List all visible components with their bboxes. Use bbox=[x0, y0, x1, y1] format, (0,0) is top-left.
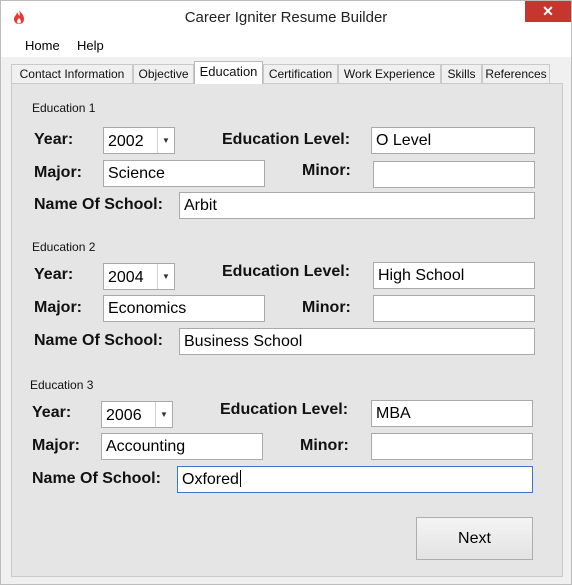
menu-home[interactable]: Home bbox=[25, 38, 60, 53]
window-title: Career Igniter Resume Builder bbox=[184, 9, 388, 26]
tab-strip: Contact Information Objective Education … bbox=[11, 61, 563, 84]
education-3-school-field[interactable]: Oxfored bbox=[177, 466, 533, 493]
education-3-year-value: 2006 bbox=[106, 407, 142, 424]
year-label: Year: bbox=[34, 131, 74, 148]
education-3-minor-field[interactable] bbox=[371, 433, 533, 460]
school-label: Name Of School: bbox=[32, 470, 161, 487]
education-1-heading: Education 1 bbox=[32, 101, 96, 115]
education-level-label: Education Level: bbox=[220, 401, 349, 418]
education-2-level-field[interactable]: High School bbox=[373, 262, 535, 289]
school-label: Name Of School: bbox=[34, 332, 163, 349]
tab-work-experience[interactable]: Work Experience bbox=[338, 64, 441, 83]
minor-label: Minor: bbox=[302, 299, 351, 316]
education-2-major-field[interactable]: Economics bbox=[103, 295, 265, 322]
next-button[interactable]: Next bbox=[416, 517, 533, 560]
title-bar: Career Igniter Resume Builder ✕ bbox=[1, 1, 571, 33]
minor-label: Minor: bbox=[300, 437, 349, 454]
tab-skills[interactable]: Skills bbox=[441, 64, 482, 83]
tab-references[interactable]: References bbox=[482, 64, 550, 83]
education-1-level-field[interactable]: O Level bbox=[371, 127, 535, 154]
education-3-level-field[interactable]: MBA bbox=[371, 400, 533, 427]
education-1-year-value: 2002 bbox=[108, 133, 144, 150]
education-2-year-select[interactable]: 2004 ▼ bbox=[103, 263, 175, 290]
education-2-year-value: 2004 bbox=[108, 269, 144, 286]
education-2-heading: Education 2 bbox=[32, 240, 96, 254]
education-3-school-value: Oxfored bbox=[182, 471, 239, 488]
education-2-school-field[interactable]: Business School bbox=[179, 328, 535, 355]
education-2-minor-field[interactable] bbox=[373, 295, 535, 322]
education-3-heading: Education 3 bbox=[30, 378, 94, 392]
education-1-school-field[interactable]: Arbit bbox=[179, 192, 535, 219]
chevron-down-icon[interactable]: ▼ bbox=[155, 402, 172, 427]
chevron-down-icon[interactable]: ▼ bbox=[157, 128, 174, 153]
education-level-label: Education Level: bbox=[222, 131, 351, 148]
tab-objective[interactable]: Objective bbox=[133, 64, 194, 83]
year-label: Year: bbox=[34, 266, 74, 283]
major-label: Major: bbox=[32, 437, 80, 454]
menu-help[interactable]: Help bbox=[77, 38, 104, 53]
education-3-year-select[interactable]: 2006 ▼ bbox=[101, 401, 173, 428]
major-label: Major: bbox=[34, 299, 82, 316]
text-cursor bbox=[239, 470, 241, 487]
education-3-major-field[interactable]: Accounting bbox=[101, 433, 263, 460]
tab-certification[interactable]: Certification bbox=[263, 64, 338, 83]
major-label: Major: bbox=[34, 164, 82, 181]
close-button[interactable]: ✕ bbox=[525, 1, 571, 22]
education-level-label: Education Level: bbox=[222, 263, 351, 280]
chevron-down-icon[interactable]: ▼ bbox=[157, 264, 174, 289]
tab-education[interactable]: Education bbox=[194, 61, 263, 84]
minor-label: Minor: bbox=[302, 162, 351, 179]
app-window: Career Igniter Resume Builder ✕ Home Hel… bbox=[0, 0, 572, 585]
tab-contact-information[interactable]: Contact Information bbox=[11, 64, 133, 83]
year-label: Year: bbox=[32, 404, 72, 421]
education-1-year-select[interactable]: 2002 ▼ bbox=[103, 127, 175, 154]
menu-bar: Home Help bbox=[1, 33, 571, 57]
education-1-major-field[interactable]: Science bbox=[103, 160, 265, 187]
education-1-minor-field[interactable] bbox=[373, 161, 535, 188]
school-label: Name Of School: bbox=[34, 196, 163, 213]
